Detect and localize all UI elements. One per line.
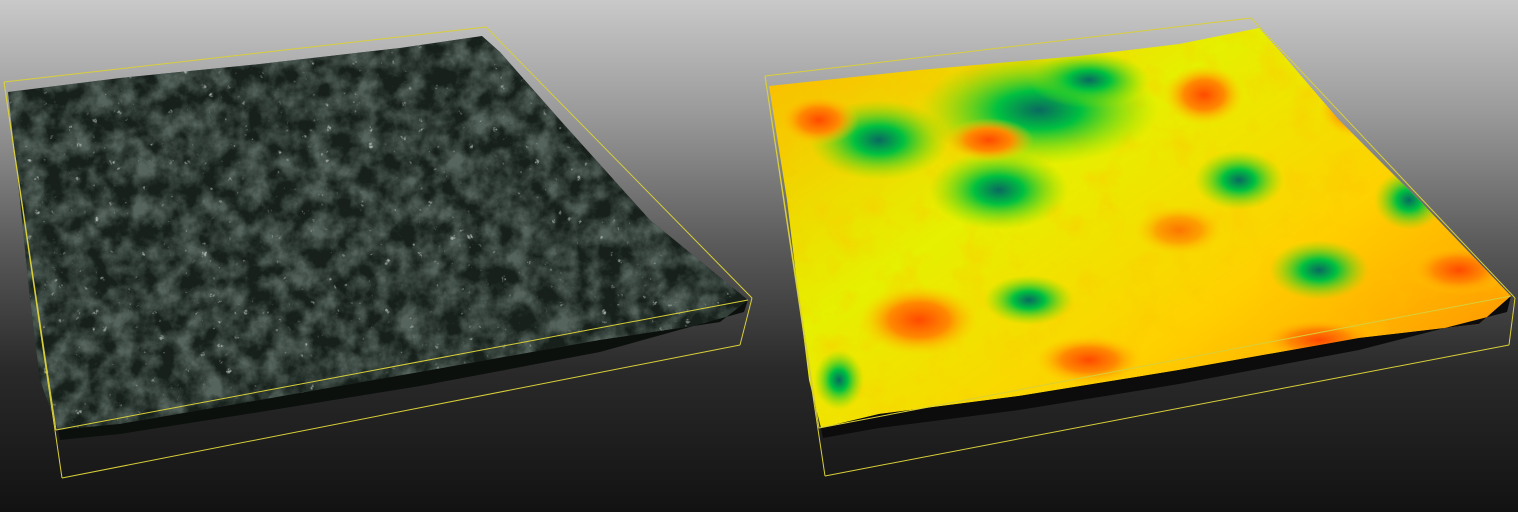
height-map-3d-viewport[interactable] — [759, 0, 1518, 512]
textured-surface — [8, 36, 748, 440]
texture-surface-render — [3, 26, 753, 479]
dual-3d-viewer — [0, 0, 1518, 512]
height-map-surface-render — [764, 17, 1516, 477]
height-colormap-surface — [769, 28, 1511, 428]
texture-3d-viewport[interactable] — [0, 0, 759, 512]
